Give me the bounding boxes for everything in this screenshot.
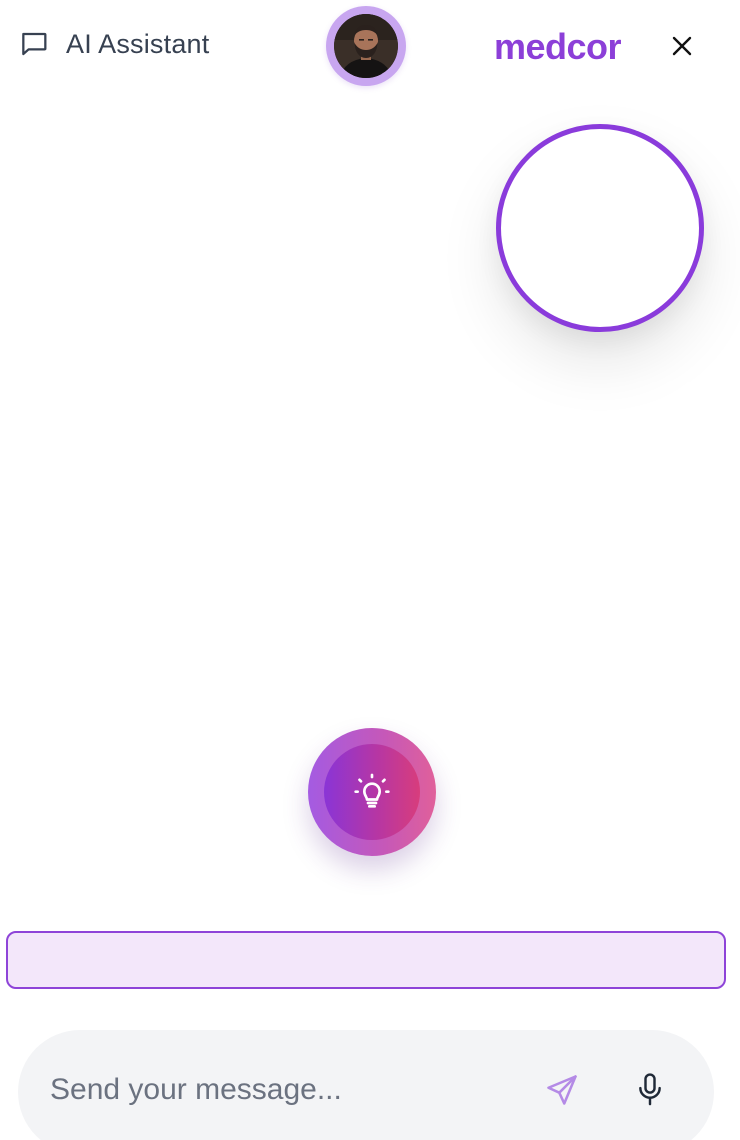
close-icon bbox=[666, 30, 698, 62]
microphone-button[interactable] bbox=[634, 1072, 666, 1108]
page-title: AI Assistant bbox=[66, 28, 210, 59]
suggestion-button-inner bbox=[324, 744, 420, 840]
close-button[interactable] bbox=[666, 30, 698, 62]
message-square-icon bbox=[18, 28, 50, 60]
transcript-bar bbox=[6, 931, 726, 989]
suggestion-button[interactable] bbox=[308, 728, 436, 856]
lightbulb-icon bbox=[352, 772, 392, 812]
assistant-header-label[interactable]: AI Assistant bbox=[18, 28, 209, 60]
user-avatar bbox=[334, 14, 398, 78]
microphone-icon bbox=[634, 1072, 666, 1108]
assistant-panel: AI Assistant medcor Send your message... bbox=[0, 0, 740, 1140]
send-icon bbox=[544, 1072, 580, 1108]
video-preview-circle bbox=[496, 124, 704, 332]
message-composer bbox=[18, 1030, 714, 1140]
avatar[interactable] bbox=[326, 6, 406, 86]
send-button[interactable] bbox=[544, 1072, 580, 1108]
message-input[interactable] bbox=[50, 1070, 510, 1110]
brand-logo: medcor bbox=[494, 26, 622, 67]
